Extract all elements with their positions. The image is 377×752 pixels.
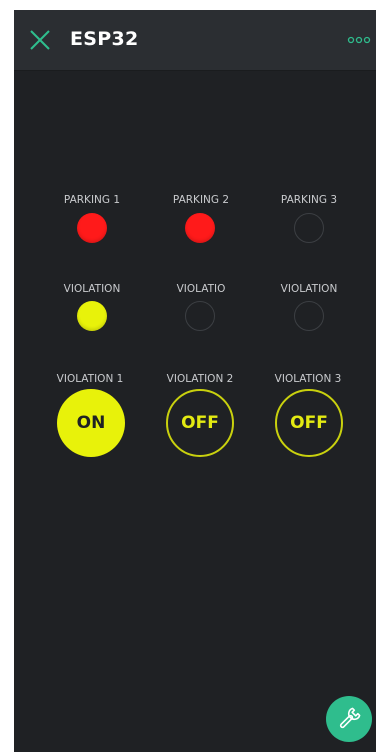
app-screen: ESP32 PARKING 1 PARKING 2 PARKING 3 VIOL… <box>14 10 376 752</box>
settings-fab[interactable] <box>326 696 372 742</box>
app-header: ESP32 <box>14 10 376 71</box>
more-dots-icon <box>347 36 371 44</box>
violation-3-led <box>294 301 324 331</box>
more-options-button[interactable] <box>346 30 372 50</box>
violation-3-led-label: VIOLATION <box>280 283 338 295</box>
parking-2-label: PARKING 2 <box>172 194 230 206</box>
page-title: ESP32 <box>70 28 139 50</box>
violation-2-button[interactable]: OFF <box>166 389 234 457</box>
violation-3-button-label: VIOLATION 3 <box>274 373 342 385</box>
parking-1-label: PARKING 1 <box>63 194 121 206</box>
violation-3-button[interactable]: OFF <box>275 389 343 457</box>
violation-1-button-label: VIOLATION 1 <box>56 373 124 385</box>
violation-2-led <box>185 301 215 331</box>
violation-2-led-label: VIOLATIO <box>176 283 226 295</box>
close-icon <box>30 30 50 50</box>
parking-3-label: PARKING 3 <box>280 194 338 206</box>
violation-1-led <box>77 301 107 331</box>
parking-2-led <box>185 213 215 243</box>
close-button[interactable] <box>28 28 52 52</box>
parking-3-led <box>294 213 324 243</box>
violation-2-button-label: VIOLATION 2 <box>166 373 234 385</box>
wrench-icon <box>339 707 361 729</box>
violation-1-led-label: VIOLATION <box>63 283 121 295</box>
parking-1-led <box>77 213 107 243</box>
violation-1-button[interactable]: ON <box>57 389 125 457</box>
